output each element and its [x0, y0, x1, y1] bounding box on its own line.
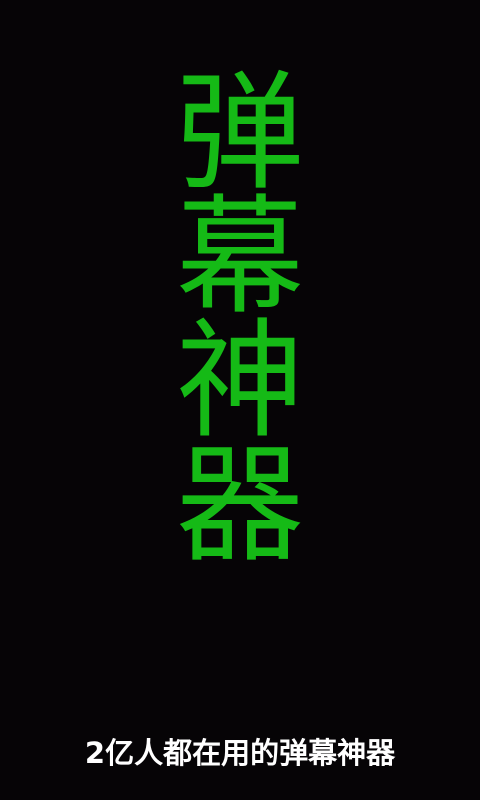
app-title-vertical: 弹 幕 神 器: [0, 59, 480, 580]
title-char-shen: 神: [175, 307, 304, 456]
title-char-mu: 幕: [175, 183, 304, 332]
title-char-dan: 弹: [175, 59, 304, 208]
title-char-qi: 器: [175, 431, 304, 580]
splash-screen: 弹 幕 神 器 2亿人都在用的弹幕神器: [0, 0, 480, 800]
tagline-text: 2亿人都在用的弹幕神器: [84, 736, 396, 770]
